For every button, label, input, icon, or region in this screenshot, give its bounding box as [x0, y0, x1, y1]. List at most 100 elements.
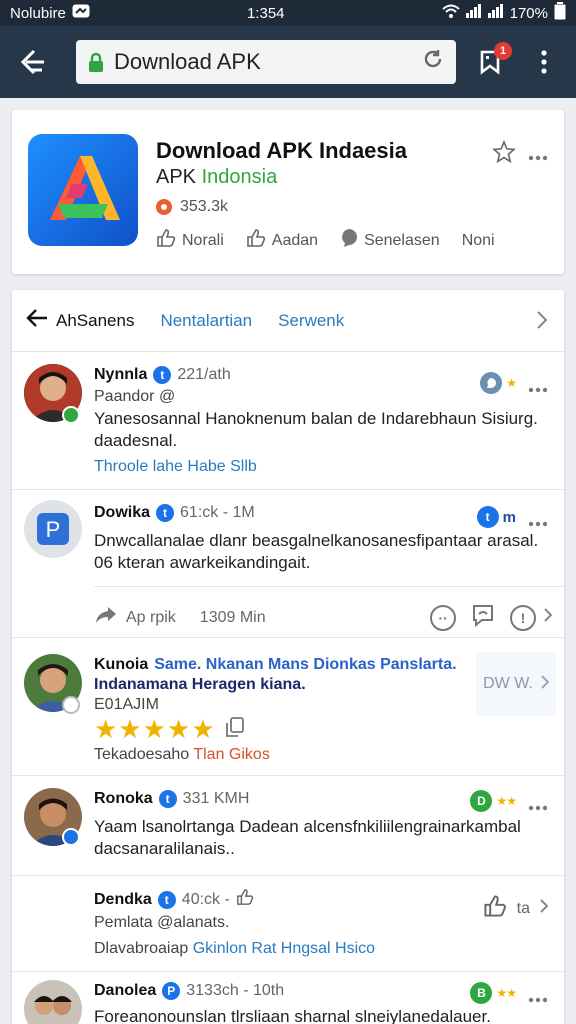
alert-icon[interactable]: ! [510, 604, 536, 631]
chevron-right-icon[interactable] [544, 608, 553, 627]
favorite-star-icon[interactable] [492, 139, 516, 169]
feed-post[interactable]: Dendka t 40:ck - Pemlata @alanats. Dlava… [12, 876, 564, 972]
post-footer-plain: Dlavabroaiap [94, 940, 189, 957]
feed-post[interactable]: Ronoka t 331 KMH Yaam lsanolrtanga Dadea… [12, 776, 564, 876]
post-author[interactable]: Danolea [94, 982, 156, 1000]
app-logo-icon [28, 134, 138, 246]
reaction-star-icon: ★★ [496, 986, 516, 1000]
post-time: 3133ch - 10th [186, 982, 285, 999]
post-header: Dendka t 40:ck - [94, 888, 254, 911]
post-time: 40:ck - [181, 890, 230, 908]
feed-post[interactable]: P Dowika t 61:ck - 1M Dnwcallanalae dlan… [12, 490, 564, 638]
url-text: Download APK [114, 49, 261, 74]
post-time: 221/ath [177, 366, 231, 383]
like-action[interactable]: Norali [156, 228, 224, 253]
status-bar: Nolubire 1:354 170% [0, 0, 576, 26]
wifi-icon [441, 4, 460, 22]
overflow-menu-icon[interactable] [540, 50, 548, 79]
app-title: Download APK Indaesia [156, 138, 408, 163]
browser-toolbar: Download APK 1 [0, 26, 576, 98]
status-time: 1:354 [246, 4, 285, 22]
comment-action[interactable]: Senelasen [340, 228, 440, 253]
post-author[interactable]: Dowika [94, 504, 150, 522]
app-header-card: Download APK Indaesia APK Indonsia 353.3… [12, 110, 564, 274]
online-badge-icon [62, 696, 80, 714]
online-badge-icon [62, 828, 80, 846]
notification-app-icon [72, 4, 90, 22]
post-header: Ronoka t 331 KMH [94, 790, 249, 808]
reaction-pill-icon: t [476, 506, 499, 528]
feed-post[interactable]: Kunoia Same. Nkanan Mans Dionkas Panslar… [12, 638, 564, 776]
rating-dot-icon [156, 199, 172, 215]
reaction-pill-icon: B [470, 982, 493, 1004]
verified-icon: t [158, 790, 177, 808]
more-action[interactable]: Noni [462, 232, 495, 250]
post-subtitle: E01AJIM [94, 696, 159, 713]
post-footer-link[interactable]: Gkinlon Rat Hngsal Hsico [193, 940, 375, 957]
side-panel[interactable]: DW W. [476, 652, 556, 716]
post-reaction[interactable]: ★ [480, 372, 517, 394]
post-subtitle: Paandor @ [94, 388, 176, 405]
feed-tabs: AhSanens Nentalartian Serwenk [12, 290, 564, 352]
post-more-icon[interactable] [528, 798, 548, 816]
post-more-icon[interactable] [528, 380, 548, 398]
app-subtitle: APK Indonsia [156, 166, 277, 189]
post-author[interactable]: Nynnla [94, 366, 147, 384]
post-highlight: Same. Nkanan Mans Dionkas Panslarta. [154, 656, 457, 673]
avatar[interactable] [24, 980, 82, 1024]
battery-icon [554, 2, 566, 24]
post-action-meta: 1309 Min [199, 608, 266, 626]
post-time: 331 KMH [182, 790, 250, 807]
post-reaction[interactable]: t m [476, 506, 516, 528]
post-reaction[interactable]: D ★★ [470, 790, 517, 812]
comment-bubble-icon[interactable] [470, 602, 496, 633]
notification-badge: 1 [494, 42, 512, 60]
post-author[interactable]: Ronoka [94, 790, 153, 808]
post-like-area[interactable]: ta [483, 894, 549, 923]
reaction-star-icon: ★ [506, 376, 517, 390]
post-author[interactable]: Dendka [94, 891, 152, 909]
reaction-pill-icon: D [470, 790, 493, 812]
chevron-right-icon [541, 674, 550, 694]
chevron-right-icon[interactable] [536, 310, 548, 335]
share-arrow-icon[interactable] [94, 605, 118, 630]
app-subtitle-plain: APK [156, 166, 197, 188]
share-action[interactable]: Aadan [246, 228, 318, 253]
post-more-icon[interactable] [528, 990, 548, 1008]
app-more-icon[interactable] [528, 148, 548, 166]
feed-card: AhSanens Nentalartian Serwenk Nynnla t 2… [12, 290, 564, 1024]
post-footer-accent[interactable]: Tlan Gikos [193, 746, 269, 763]
post-footer: Tekadoesaho Tlan Gikos [94, 746, 270, 764]
post-header: Danolea P 3133ch - 10th [94, 982, 284, 1000]
feed-post[interactable]: Danolea P 3133ch - 10th Foreanonounslan … [12, 972, 564, 1024]
reload-icon[interactable] [422, 48, 444, 76]
tab-ahsanens[interactable]: AhSanens [56, 311, 134, 331]
verified-icon: P [162, 982, 181, 1000]
emoji-react-icon[interactable]: ·· [430, 604, 456, 631]
avatar[interactable]: P [24, 500, 82, 558]
post-more-icon[interactable] [528, 514, 548, 532]
back-arrow-icon[interactable] [26, 308, 48, 333]
copy-icon[interactable] [225, 717, 244, 742]
feed-post[interactable]: Nynnla t 221/ath Paandor @ Yanesosannal … [12, 352, 564, 490]
signal-icon-2 [487, 4, 504, 22]
share-action-label: Aadan [271, 231, 319, 249]
rating-count: 353.3k [180, 198, 229, 215]
tab-serwenk[interactable]: Serwenk [278, 311, 344, 331]
thumbs-up-outline-icon [246, 228, 266, 253]
back-nav-icon[interactable] [20, 48, 48, 76]
verified-icon: t [156, 504, 175, 522]
thumbs-up-icon [236, 888, 254, 911]
post-link[interactable]: Throole lahe Habe Sllb [94, 458, 257, 476]
verified-icon: t [153, 366, 172, 384]
comment-icon [340, 228, 358, 253]
post-action-label[interactable]: Ap rpik [126, 609, 176, 627]
chevron-right-icon [540, 899, 549, 918]
post-reaction[interactable]: B ★★ [470, 982, 517, 1004]
thumbs-up-icon [156, 228, 176, 253]
post-body: Yaam lsanolrtanga Dadean alcensfnkiliile… [94, 817, 521, 858]
post-author[interactable]: Kunoia [94, 656, 148, 674]
tab-nentalartian[interactable]: Nentalartian [160, 311, 252, 331]
address-bar[interactable]: Download APK [76, 40, 456, 84]
rating-row: ★★★★★ [94, 714, 244, 745]
